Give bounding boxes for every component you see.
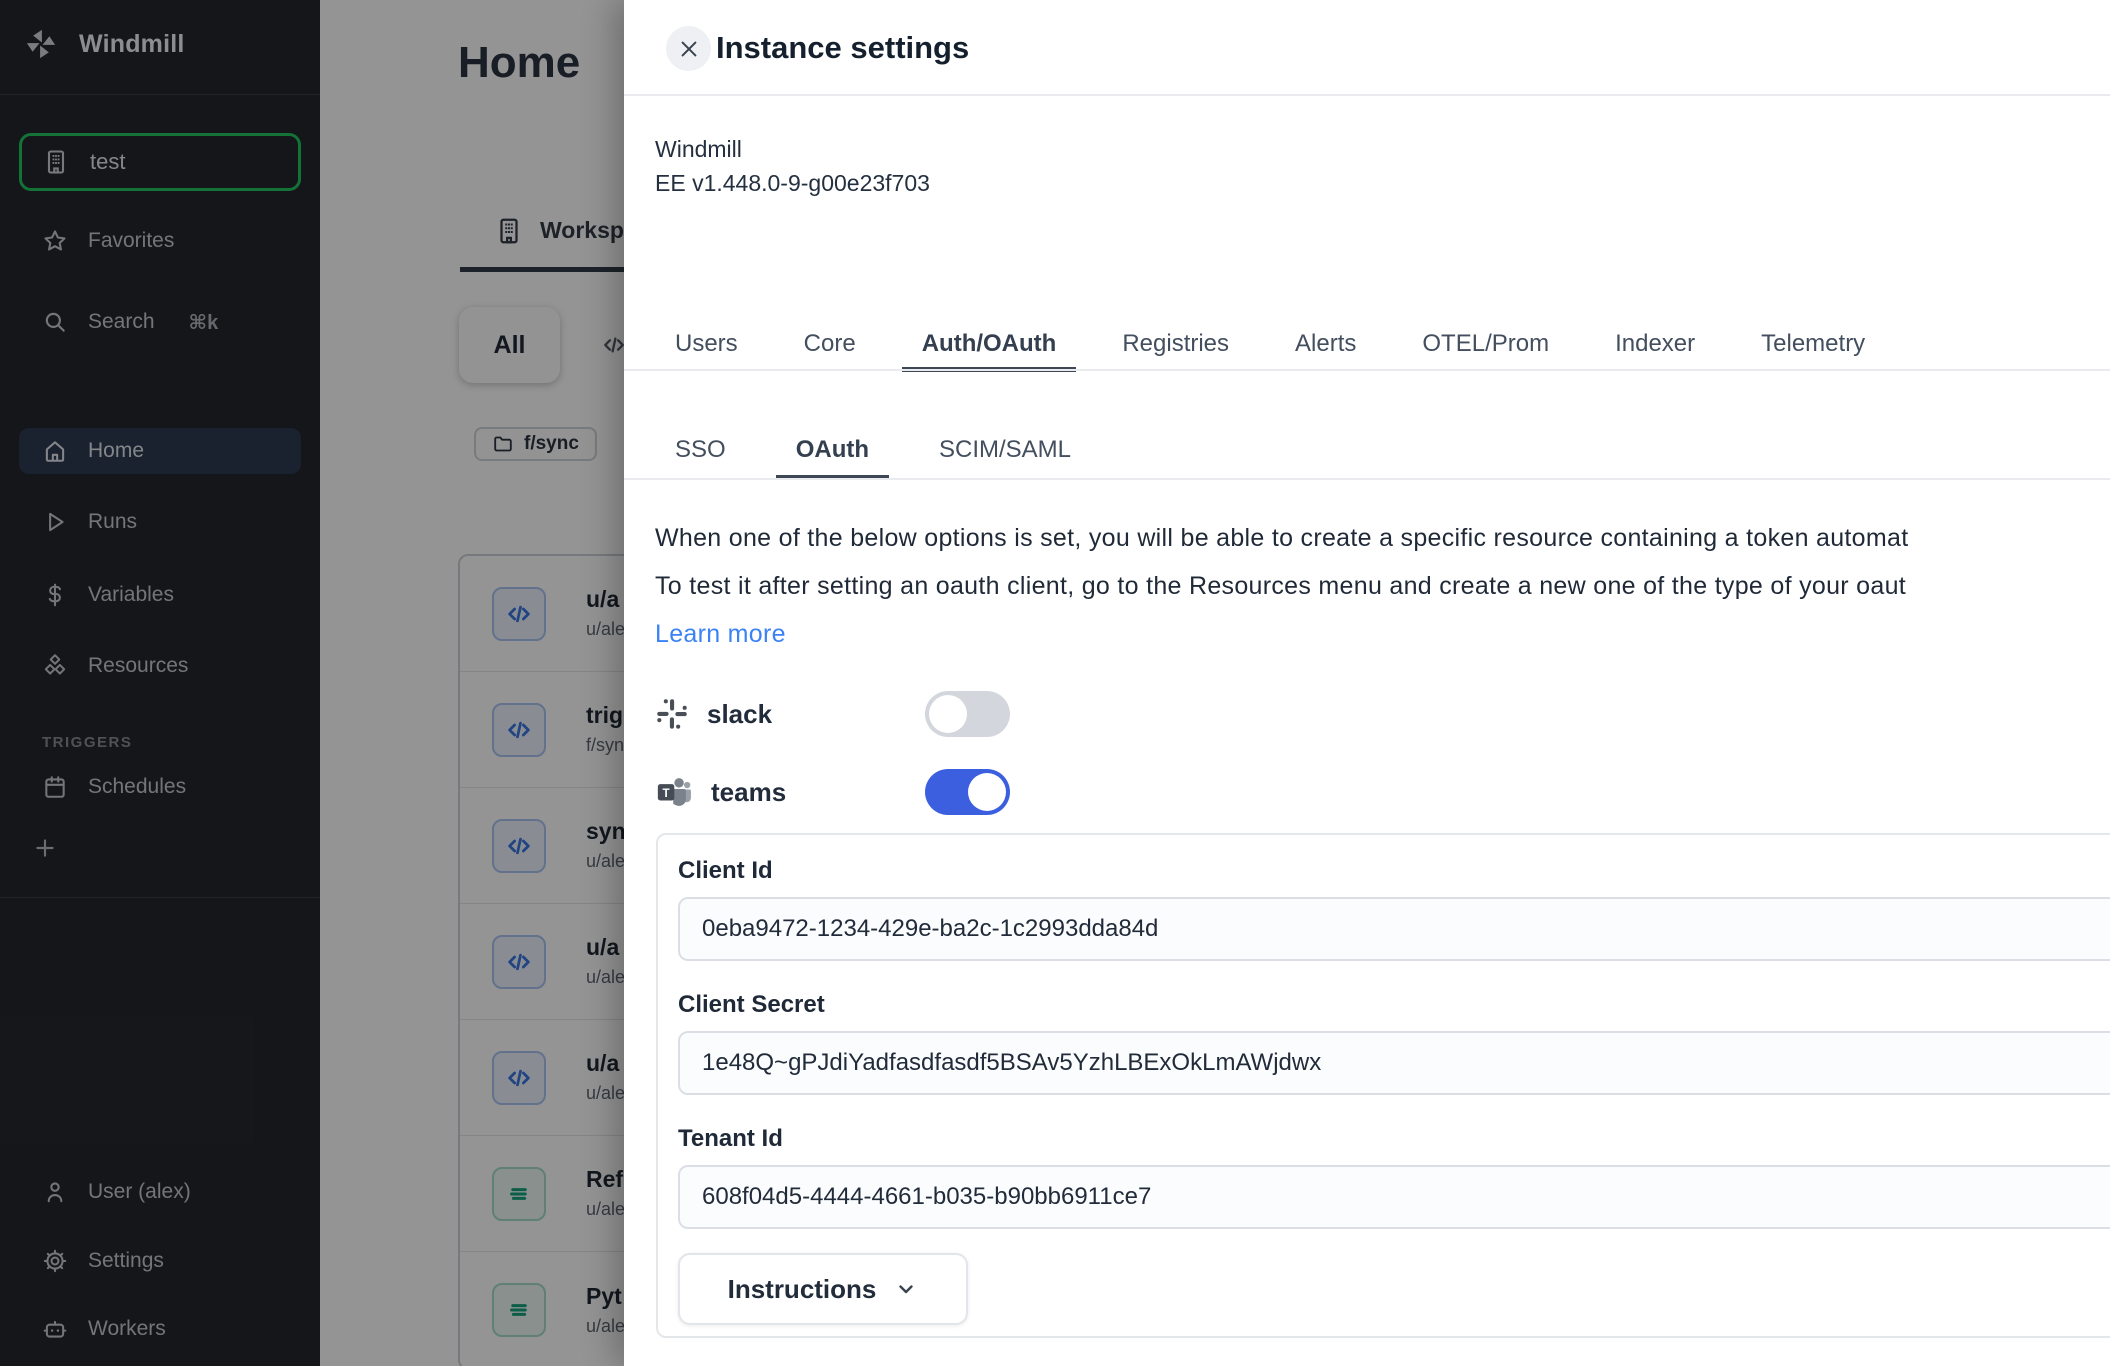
client-secret-input[interactable] (678, 1031, 2110, 1095)
chevron-down-icon (894, 1277, 918, 1301)
tab-alerts[interactable]: Alerts (1275, 318, 1376, 370)
subtab-sso[interactable]: SSO (655, 422, 746, 478)
drawer-title: Instance settings (716, 30, 969, 66)
instance-settings-drawer: Instance settings Windmill EE v1.448.0-9… (624, 0, 2110, 1366)
teams-oauth-card: Client Id Client Secret Tenant Id Instru… (656, 833, 2110, 1338)
slack-row: slack (655, 691, 772, 737)
teams-row: T teams (655, 769, 786, 815)
tab-auth-oauth[interactable]: Auth/OAuth (902, 318, 1077, 370)
tab-indexer[interactable]: Indexer (1595, 318, 1715, 370)
svg-text:T: T (663, 787, 671, 800)
description-line-1: When one of the below options is set, yo… (655, 514, 1908, 562)
tab-telemetry[interactable]: Telemetry (1741, 318, 1885, 370)
oauth-description: When one of the below options is set, yo… (655, 514, 1908, 658)
divider (624, 478, 2110, 480)
slack-icon (655, 697, 689, 731)
description-line-2: To test it after setting an oauth client… (655, 562, 1908, 610)
learn-more-link[interactable]: Learn more (655, 610, 1908, 658)
tab-otel-prom[interactable]: OTEL/Prom (1402, 318, 1569, 370)
close-icon[interactable] (666, 26, 711, 71)
tenant-id-input[interactable] (678, 1165, 2110, 1229)
client-id-input[interactable] (678, 897, 2110, 961)
teams-icon: T (655, 773, 693, 811)
slack-label: slack (707, 699, 772, 730)
client-secret-label: Client Secret (678, 991, 2110, 1019)
tab-core[interactable]: Core (784, 318, 876, 370)
instructions-button[interactable]: Instructions (678, 1253, 968, 1325)
subtab-scim-saml[interactable]: SCIM/SAML (919, 422, 1091, 478)
product-name: Windmill (655, 132, 930, 166)
tab-users[interactable]: Users (655, 318, 758, 370)
divider (624, 94, 2110, 96)
version-block: Windmill EE v1.448.0-9-g00e23f703 (655, 132, 930, 200)
tab-registries[interactable]: Registries (1102, 318, 1249, 370)
client-id-label: Client Id (678, 857, 2110, 885)
instructions-label: Instructions (728, 1274, 877, 1305)
tenant-id-label: Tenant Id (678, 1125, 2110, 1153)
teams-toggle[interactable] (925, 769, 1010, 815)
subtab-oauth[interactable]: OAuth (776, 422, 889, 478)
teams-label: teams (711, 777, 786, 808)
auth-subtabs: SSO OAuth SCIM/SAML (655, 422, 2110, 478)
divider (624, 369, 2110, 371)
slack-toggle[interactable] (925, 691, 1010, 737)
screen: Home Workspace All (0, 0, 2110, 1366)
version-string: EE v1.448.0-9-g00e23f703 (655, 166, 930, 200)
settings-tabs: Users Core Auth/OAuth Registries Alerts … (655, 318, 2110, 370)
